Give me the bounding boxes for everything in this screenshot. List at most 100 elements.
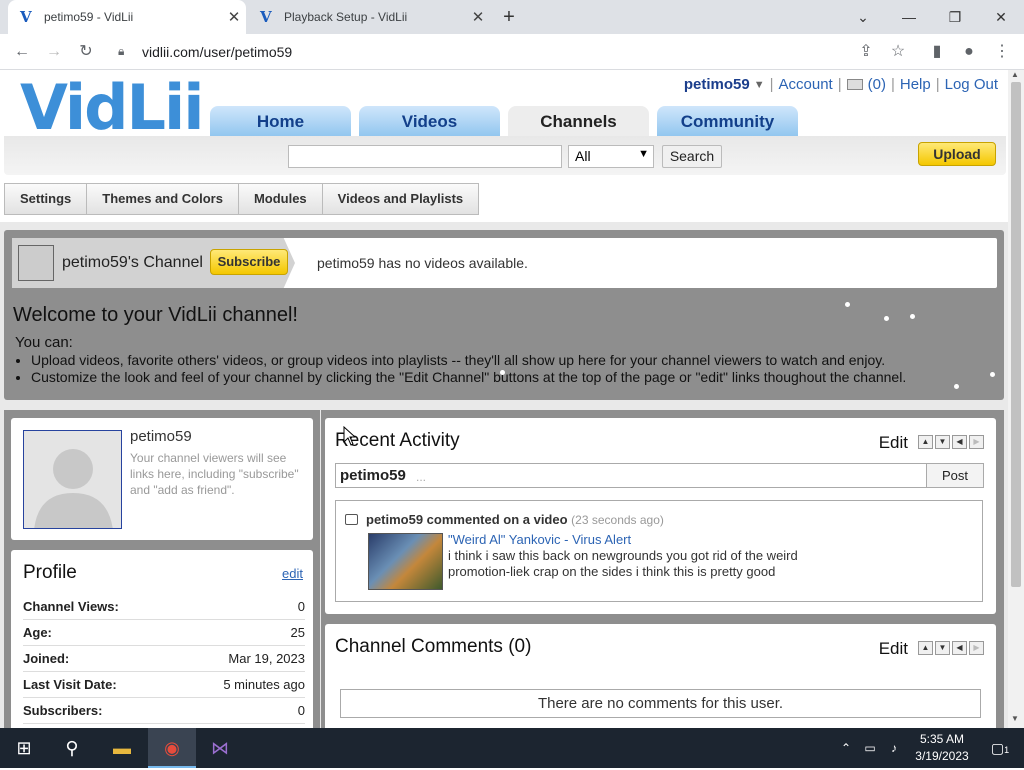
profile-row: Joined: Mar 19, 2023 [23, 646, 305, 672]
network-icon[interactable]: ▭ [858, 728, 882, 768]
address-bar[interactable]: 🔒︎ vidlii.com/user/petimo59 [110, 38, 930, 66]
browser-tab-active[interactable]: V petimo59 - VidLii ✕ [8, 0, 246, 34]
browser-toolbar: ← → ↻ 🔒︎ vidlii.com/user/petimo59 ⇪ ☆ ▮ … [0, 34, 1024, 70]
move-right-icon[interactable]: ▶ [969, 435, 984, 449]
clock-date: 3/19/2023 [915, 749, 969, 763]
user-box: petimo59 Your channel viewers will see l… [11, 418, 313, 540]
restore-icon[interactable]: ❐ [940, 5, 970, 29]
window-close-icon[interactable]: ✕ [986, 5, 1016, 29]
subtab-modules[interactable]: Modules [237, 183, 322, 215]
new-tab-icon[interactable]: + [498, 6, 520, 28]
page-scrollbar[interactable]: ▲ ▼ [1008, 70, 1024, 728]
tray-chevron-icon[interactable]: ⌃ [834, 728, 858, 768]
username-link[interactable]: petimo59 [684, 76, 750, 93]
tab-search-chevron-icon[interactable]: ⌄ [848, 5, 878, 29]
move-left-icon[interactable]: ◀ [952, 641, 967, 655]
logout-link[interactable]: Log Out [945, 76, 998, 93]
video-thumbnail[interactable] [368, 533, 443, 590]
move-down-icon[interactable]: ▼ [935, 435, 950, 449]
user-dropdown-caret-icon[interactable]: ▼ [754, 79, 765, 91]
scroll-up-icon[interactable]: ▲ [1011, 70, 1019, 79]
video-title-link[interactable]: "Weird Al" Yankovic - Virus Alert [448, 532, 631, 547]
browser-tab[interactable]: V Playback Setup - VidLii ✕ [248, 0, 490, 34]
subtab-settings[interactable]: Settings [4, 183, 87, 215]
volume-icon[interactable]: ♪ [882, 728, 906, 768]
nav-tab-videos[interactable]: Videos [359, 106, 500, 138]
module-move-controls: ▲ ▼ ◀ ▶ [918, 435, 984, 449]
nav-tab-community[interactable]: Community [657, 106, 798, 138]
side-panel-icon[interactable]: ▮ [926, 41, 948, 63]
channel-comments-box: Channel Comments (0) Edit ▲ ▼ ◀ ▶ There … [325, 624, 996, 728]
move-up-icon[interactable]: ▲ [918, 435, 933, 449]
status-input-username: petimo59 [340, 467, 406, 484]
profile-key: Last Visit Date: [23, 677, 117, 692]
notification-center-icon[interactable]: ▢1 [980, 728, 1020, 768]
chevron-down-icon: ▼ [638, 148, 649, 160]
search-input[interactable] [288, 145, 562, 168]
user-box-username: petimo59 [130, 428, 192, 445]
reload-icon[interactable]: ↻ [75, 41, 97, 63]
windows-start-icon[interactable]: ⊞ [0, 728, 48, 768]
move-right-icon[interactable]: ▶ [969, 641, 984, 655]
profile-title: Profile [23, 562, 77, 583]
close-tab-icon[interactable]: ✕ [466, 8, 490, 26]
nav-tab-channels[interactable]: Channels [508, 106, 649, 138]
share-icon[interactable]: ⇪ [855, 41, 877, 63]
scrollbar-thumb[interactable] [1011, 82, 1021, 587]
notification-count: 1 [1004, 745, 1010, 755]
vidlii-logo[interactable]: VidLii [20, 76, 205, 140]
system-clock[interactable]: 5:35 AM 3/19/2023 [912, 731, 972, 765]
search-button[interactable]: Search [662, 145, 722, 168]
welcome-bullet: Customize the look and feel of your chan… [31, 369, 906, 386]
left-column: petimo59 Your channel viewers will see l… [4, 410, 320, 728]
recent-activity-edit[interactable]: Edit [879, 433, 908, 453]
search-category-select[interactable]: All ▼ [568, 145, 654, 168]
channel-avatar[interactable] [18, 245, 54, 281]
channel-comments-title: Channel Comments (0) [335, 636, 532, 657]
status-input-ellipsis: ... [416, 470, 427, 484]
profile-row: Last Visit Date: 5 minutes ago [23, 672, 305, 698]
inbox-count[interactable]: (0) [868, 76, 886, 93]
menu-kebab-icon[interactable]: ⋮ [991, 41, 1013, 63]
activity-header: petimo59 commented on a video (23 second… [366, 512, 664, 527]
profile-edit-link[interactable]: edit [282, 566, 303, 581]
move-up-icon[interactable]: ▲ [918, 641, 933, 655]
file-explorer-icon[interactable]: ▬ [98, 728, 146, 768]
subscribe-button[interactable]: Subscribe [210, 249, 288, 275]
minimize-icon[interactable]: — [894, 5, 924, 29]
subtab-videos-playlists[interactable]: Videos and Playlists [321, 183, 480, 215]
subtab-themes[interactable]: Themes and Colors [86, 183, 238, 215]
user-avatar[interactable] [23, 430, 122, 529]
nav-tab-home[interactable]: Home [210, 106, 351, 138]
profile-avatar-icon[interactable]: ● [958, 41, 980, 63]
chrome-icon[interactable]: ◉ [148, 728, 196, 768]
post-button[interactable]: Post [926, 463, 984, 488]
inbox-envelope-icon[interactable] [846, 79, 863, 90]
help-link[interactable]: Help [900, 76, 931, 93]
snow-dot [954, 384, 959, 389]
tab-title: Playback Setup - VidLii [284, 10, 408, 24]
search-icon[interactable]: ⚲ [48, 728, 96, 768]
module-move-controls: ▲ ▼ ◀ ▶ [918, 641, 984, 655]
bookmark-star-icon[interactable]: ☆ [887, 41, 909, 63]
close-tab-icon[interactable]: ✕ [222, 8, 246, 26]
move-down-icon[interactable]: ▼ [935, 641, 950, 655]
search-category-value: All [575, 148, 591, 164]
upload-button[interactable]: Upload [918, 142, 996, 166]
user-box-hint: Your channel viewers will see links here… [130, 451, 299, 497]
channel-edit-tabs: Settings Themes and Colors Modules Video… [4, 183, 480, 215]
back-icon[interactable]: ← [11, 41, 33, 63]
channel-banner: petimo59's Channel Subscribe petimo59 ha… [4, 230, 1004, 400]
welcome-bullet: Upload videos, favorite others' videos, … [31, 352, 906, 369]
mouse-cursor-icon [343, 426, 357, 446]
right-column: Recent Activity Edit ▲ ▼ ◀ ▶ petimo59 ..… [321, 410, 1004, 728]
visual-studio-icon[interactable]: ⋈ [196, 728, 244, 768]
forward-icon[interactable]: → [43, 41, 65, 63]
channel-comments-edit[interactable]: Edit [879, 639, 908, 659]
status-update-input[interactable]: petimo59 ... [335, 463, 927, 488]
account-link[interactable]: Account [779, 76, 833, 93]
comment-icon [345, 514, 358, 525]
no-comments-text: There are no comments for this user. [340, 689, 981, 718]
move-left-icon[interactable]: ◀ [952, 435, 967, 449]
scroll-down-icon[interactable]: ▼ [1011, 714, 1019, 723]
